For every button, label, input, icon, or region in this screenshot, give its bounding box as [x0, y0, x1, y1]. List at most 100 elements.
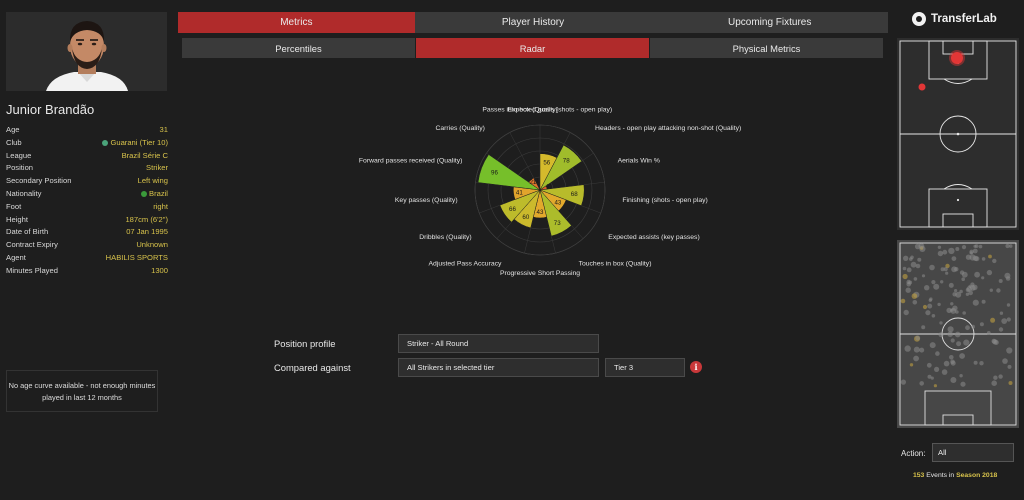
event-dot — [913, 277, 918, 281]
event-dot — [906, 279, 911, 285]
event-dot — [988, 254, 992, 259]
radar-axis-label: Passes into box (Quality) — [482, 106, 558, 113]
event-dot — [950, 377, 957, 383]
player-info-value: right — [153, 201, 168, 214]
player-info-label: Nationality — [6, 188, 42, 198]
radar-axis-label: Progressive Short Passing — [500, 270, 580, 277]
event-dot — [963, 339, 970, 346]
event-dot — [948, 247, 955, 255]
event-dot — [969, 254, 976, 261]
tab-percentiles[interactable]: Percentiles — [182, 38, 416, 58]
position-profile-label: Position profile — [274, 338, 336, 349]
event-dot — [913, 355, 919, 362]
flag-icon — [141, 191, 147, 198]
tab-upcoming-fixtures[interactable]: Upcoming Fixtures — [651, 12, 889, 33]
player-info-value-text: Brazil — [149, 188, 168, 198]
radar-chart: 56 7811684373436066419621 1Expected goals … — [359, 106, 741, 277]
event-dot — [1002, 358, 1008, 364]
radar-value-label: 60 — [522, 214, 529, 221]
event-dot — [1008, 381, 1013, 385]
event-dot — [990, 317, 996, 323]
event-dot — [956, 341, 962, 347]
event-dot — [921, 325, 926, 330]
radar-value-label: 66 — [509, 206, 516, 213]
player-info-value: 31 — [160, 124, 168, 137]
event-dot — [927, 374, 932, 379]
radar-axis-label: Touches in box (Quality) — [579, 260, 652, 267]
event-dot — [954, 331, 961, 338]
event-dot — [929, 342, 936, 349]
player-info-label: Position — [6, 163, 34, 173]
event-dot — [961, 277, 965, 281]
event-dot — [989, 288, 993, 292]
event-dot — [938, 332, 944, 338]
radar-axis-label: Adjusted Pass Accuracy — [429, 260, 503, 267]
player-info-row: Secondary Position Left wing — [6, 175, 168, 188]
event-dot — [993, 375, 998, 380]
action-select[interactable]: All — [932, 443, 1014, 462]
event-dot — [969, 251, 973, 255]
event-dot — [909, 363, 914, 367]
event-dot — [973, 360, 978, 365]
position-profile-select[interactable]: Striker - All Round — [398, 334, 599, 353]
event-dot — [929, 264, 935, 271]
compared-against-select[interactable]: All Strikers in selected tier — [398, 358, 599, 377]
player-info-row: Contract Expiry Unknown — [6, 239, 168, 252]
event-dot — [972, 299, 979, 306]
radar-value-label: 1 — [536, 177, 540, 184]
radar-axis-label: Dribbles (Quality) — [419, 234, 472, 241]
primary-tabs: Metrics Player History Upcoming Fixtures — [178, 12, 889, 33]
event-dot — [902, 273, 908, 280]
event-dot — [933, 384, 937, 388]
player-info-value-text: Unknown — [136, 240, 168, 250]
event-dot — [951, 266, 957, 273]
player-info-value-text: 07 Jan 1995 — [126, 227, 168, 237]
event-dot — [996, 288, 1001, 293]
event-dot — [1008, 244, 1013, 248]
event-dot — [909, 257, 913, 261]
event-dot — [961, 245, 967, 250]
event-dot — [986, 331, 991, 335]
event-dot — [914, 243, 921, 250]
event-dot — [941, 369, 948, 375]
event-dot — [999, 311, 1004, 315]
player-info-value: Guarani (Tier 10) — [102, 137, 168, 150]
event-dot — [934, 366, 940, 372]
radar-axis-label: Key passes (Quality) — [395, 197, 458, 204]
radar-value-label: 96 — [491, 170, 498, 177]
logo-text: TransferLab — [931, 13, 997, 25]
event-dot — [1006, 347, 1013, 354]
event-dot — [915, 335, 921, 341]
player-info-label: Contract Expiry — [6, 240, 58, 250]
events-count: 153 — [913, 472, 925, 479]
tab-radar[interactable]: Radar — [416, 38, 650, 58]
event-dot — [998, 279, 1003, 283]
tier-select[interactable]: Tier 3 — [605, 358, 685, 377]
radar-value-label: 73 — [554, 220, 561, 227]
player-info-table: Age 31 Club Guarani (Tier 10) League Brazil S… — [6, 124, 168, 278]
event-dot — [947, 331, 953, 337]
event-dot — [922, 304, 928, 310]
radar-value-label: 41 — [516, 190, 523, 197]
player-info-value: Brazil — [141, 188, 168, 201]
tab-physical-metrics[interactable]: Physical Metrics — [650, 38, 883, 58]
event-dot — [912, 300, 918, 305]
player-info-row: Date of Birth 07 Jan 1995 — [6, 226, 168, 239]
tab-player-history[interactable]: Player History — [414, 12, 652, 33]
event-dot — [950, 359, 955, 365]
player-info-value-text: 187cm (6'2") — [125, 214, 168, 224]
compared-against-label: Compared against — [274, 362, 351, 373]
player-info-value: 1300 — [151, 265, 168, 278]
shot-marker-large — [951, 52, 963, 64]
event-dot — [969, 285, 976, 291]
info-icon[interactable]: i — [690, 361, 702, 373]
event-dot — [902, 266, 907, 271]
event-dot — [986, 269, 993, 276]
event-dot — [981, 276, 985, 280]
event-dot — [926, 362, 932, 368]
event-dot — [942, 249, 948, 255]
radar-value-label: 43 — [537, 209, 544, 216]
tab-metrics[interactable]: Metrics — [178, 12, 415, 33]
radar-value-label: 43 — [554, 199, 561, 206]
event-dot — [931, 314, 936, 318]
